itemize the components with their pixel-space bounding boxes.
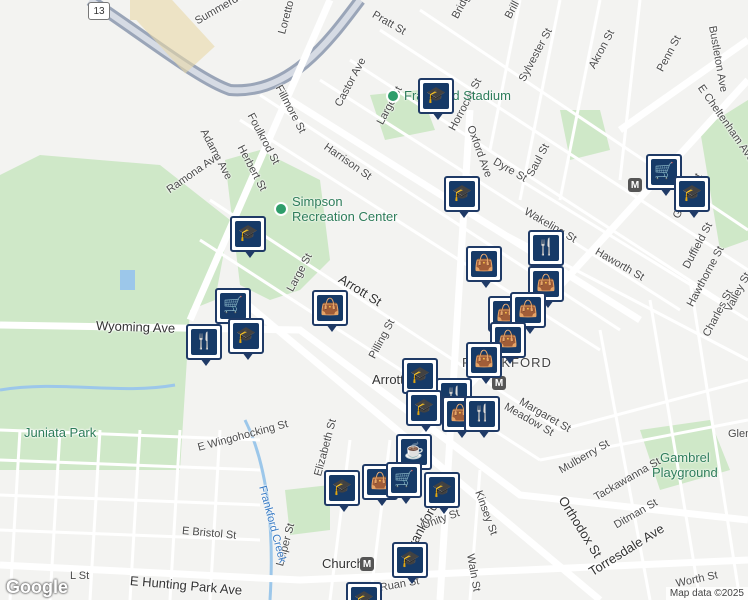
school-icon[interactable]: 🎓	[424, 472, 460, 514]
google-logo: Google	[6, 577, 68, 597]
school-icon[interactable]: 🎓	[324, 470, 360, 512]
restaurant-icon[interactable]: 🍴	[528, 230, 564, 272]
street-label: Glen	[728, 428, 748, 440]
school-icon[interactable]: 🎓	[230, 216, 266, 258]
street-label: Church	[322, 556, 364, 571]
street-label: Wyoming Ave	[95, 318, 176, 336]
map-attribution: Map data ©2025	[665, 587, 748, 600]
shopping-bag-icon[interactable]: 👜	[466, 246, 502, 288]
cart-icon[interactable]: 🛒	[386, 462, 422, 504]
metro-icon[interactable]: M	[628, 178, 642, 192]
school-icon[interactable]: 🎓	[444, 176, 480, 218]
restaurant-icon[interactable]: 🍴	[464, 396, 500, 438]
school-icon[interactable]: 🎓	[402, 358, 438, 400]
map-canvas[interactable]: Summerdale Ave Pratt St Castor Ave Fillm…	[0, 0, 748, 600]
station-label: Arrott	[372, 372, 404, 387]
metro-icon[interactable]: M	[492, 376, 506, 390]
school-icon[interactable]: 🎓	[392, 542, 428, 584]
place-pin-icon	[386, 88, 400, 103]
restaurant-icon[interactable]: 🍴	[186, 324, 222, 366]
place-simpson-recreation[interactable]: Simpson Recreation Center	[274, 194, 398, 224]
highway-shield: 13	[88, 2, 110, 20]
metro-icon[interactable]: M	[360, 557, 374, 571]
school-icon[interactable]: 🎓	[406, 390, 442, 432]
school-icon[interactable]: 🎓	[346, 582, 382, 600]
school-icon[interactable]: 🎓	[418, 78, 454, 120]
shopping-bag-icon[interactable]: 👜	[312, 290, 348, 332]
place-pin-icon	[274, 202, 288, 216]
place-juniata-park[interactable]: Juniata Park	[24, 425, 96, 440]
street-label: L St	[70, 570, 90, 582]
school-icon[interactable]: 🎓	[228, 318, 264, 360]
place-gambrel-playground[interactable]: Gambrel Playground	[652, 450, 718, 480]
school-icon[interactable]: 🎓	[674, 176, 710, 218]
shopping-bag-icon[interactable]: 👜	[466, 342, 502, 384]
